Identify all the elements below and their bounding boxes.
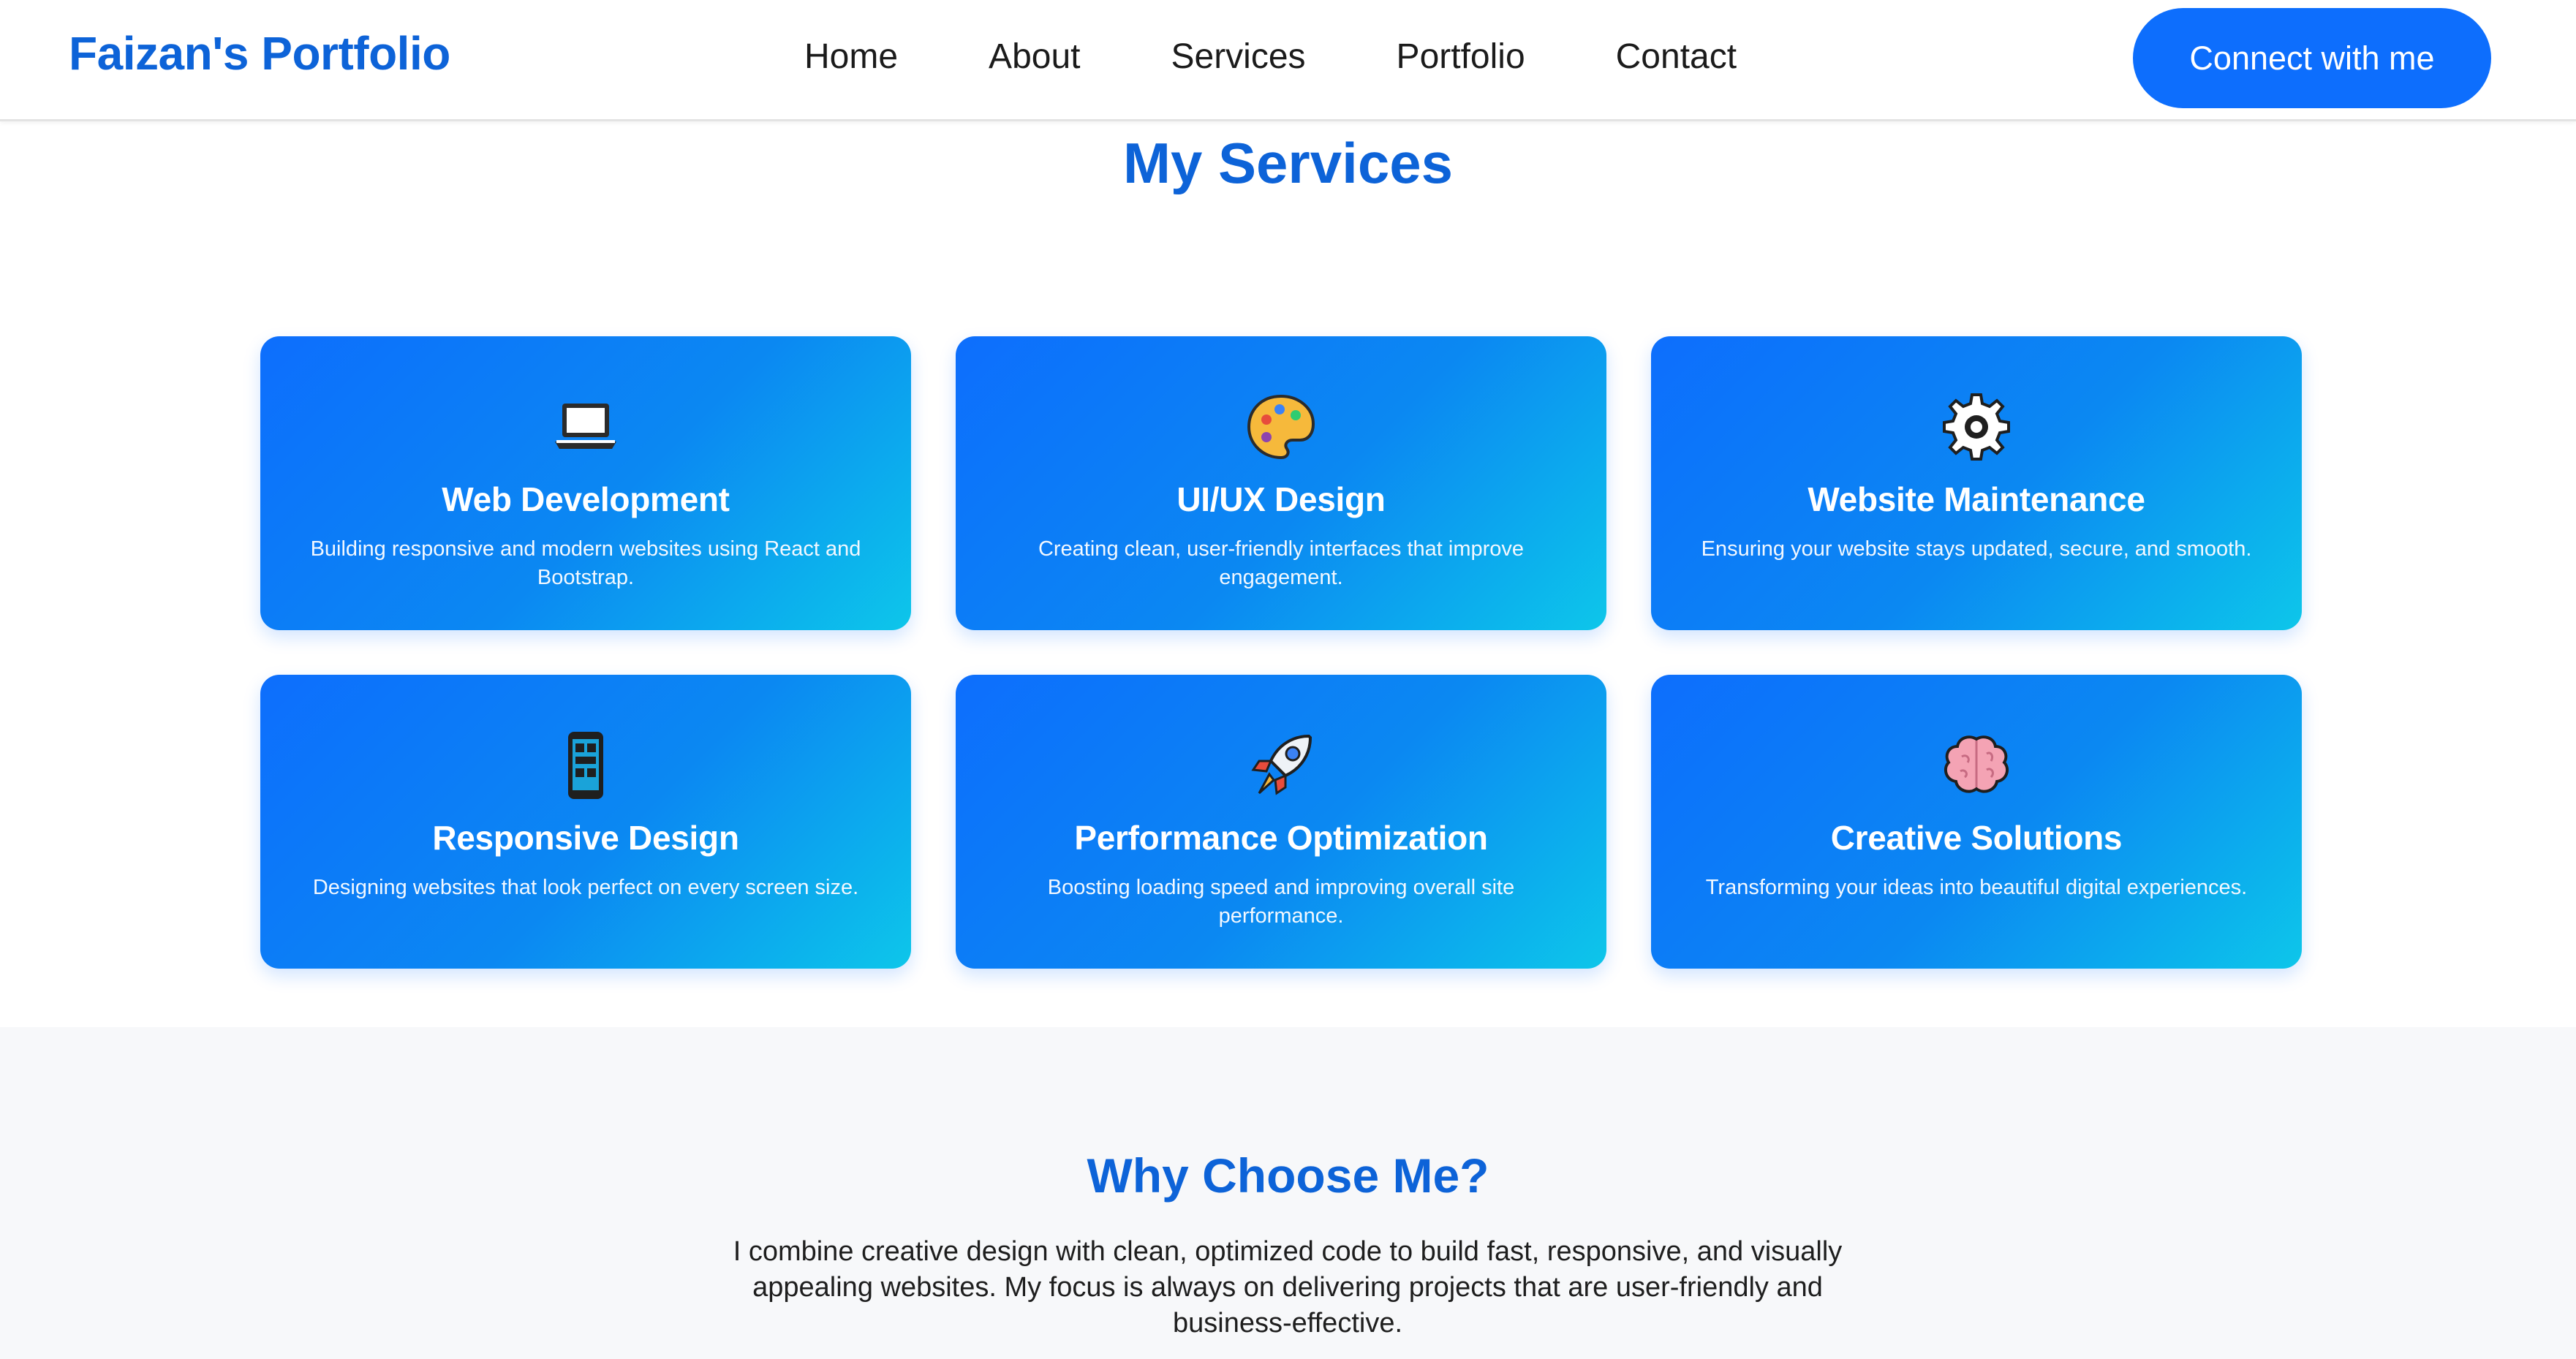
nav-link-contact[interactable]: Contact [1616, 37, 1737, 77]
service-card-performance-optimization: Performance Optimization Boosting loadin… [956, 675, 1606, 969]
card-description: Designing websites that look perfect on … [312, 876, 859, 899]
nav-links: Home About Services Portfolio Contact [804, 37, 1737, 77]
service-card-ui-ux-design: UI/UX Design Creating clean, user-friend… [956, 336, 1606, 630]
navbar: Faizan's Portfolio Home About Services P… [0, 0, 2576, 121]
nav-link-about[interactable]: About [989, 37, 1080, 77]
why-choose-me-text: I combine creative design with clean, op… [733, 1236, 1843, 1339]
nav-link-portfolio[interactable]: Portfolio [1397, 37, 1525, 77]
brain-icon [1688, 729, 2265, 802]
service-card-web-development: Web Development Building responsive and … [260, 336, 911, 630]
card-description: Boosting loading speed and improving ove… [1047, 876, 1515, 928]
services-title: My Services [1123, 131, 1453, 195]
card-title: Web Development [442, 480, 730, 518]
card-title: Website Maintenance [1808, 480, 2145, 518]
gear-icon [1688, 390, 2265, 463]
card-title: UI/UX Design [1176, 480, 1386, 518]
nav-link-home[interactable]: Home [804, 37, 898, 77]
laptop-icon [297, 390, 875, 463]
card-description: Creating clean, user-friendly interfaces… [1038, 537, 1525, 589]
service-card-website-maintenance: Website Maintenance Ensuring your websit… [1651, 336, 2302, 630]
mobile-phone-icon [297, 729, 875, 802]
card-description: Building responsive and modern websites … [310, 537, 861, 589]
nav-link-services[interactable]: Services [1171, 37, 1305, 77]
card-description: Transforming your ideas into beautiful d… [1705, 876, 2248, 899]
card-title: Performance Optimization [1074, 819, 1488, 857]
card-description: Ensuring your website stays updated, sec… [1701, 537, 2252, 561]
rocket-icon [992, 729, 1570, 802]
palette-icon [992, 390, 1570, 463]
service-cards-grid: Web Development Building responsive and … [260, 336, 2302, 969]
service-card-creative-solutions: Creative Solutions Transforming your ide… [1651, 675, 2302, 969]
connect-with-me-button[interactable]: Connect with me [2133, 8, 2491, 108]
card-title: Creative Solutions [1830, 819, 2123, 857]
card-title: Responsive Design [432, 819, 739, 857]
brand-logo[interactable]: Faizan's Portfolio [69, 26, 450, 80]
why-choose-me-section: Why Choose Me? I combine creative design… [0, 1027, 2576, 1359]
service-card-responsive-design: Responsive Design Designing websites tha… [260, 675, 911, 969]
why-choose-me-title: Why Choose Me? [1087, 1148, 1489, 1203]
